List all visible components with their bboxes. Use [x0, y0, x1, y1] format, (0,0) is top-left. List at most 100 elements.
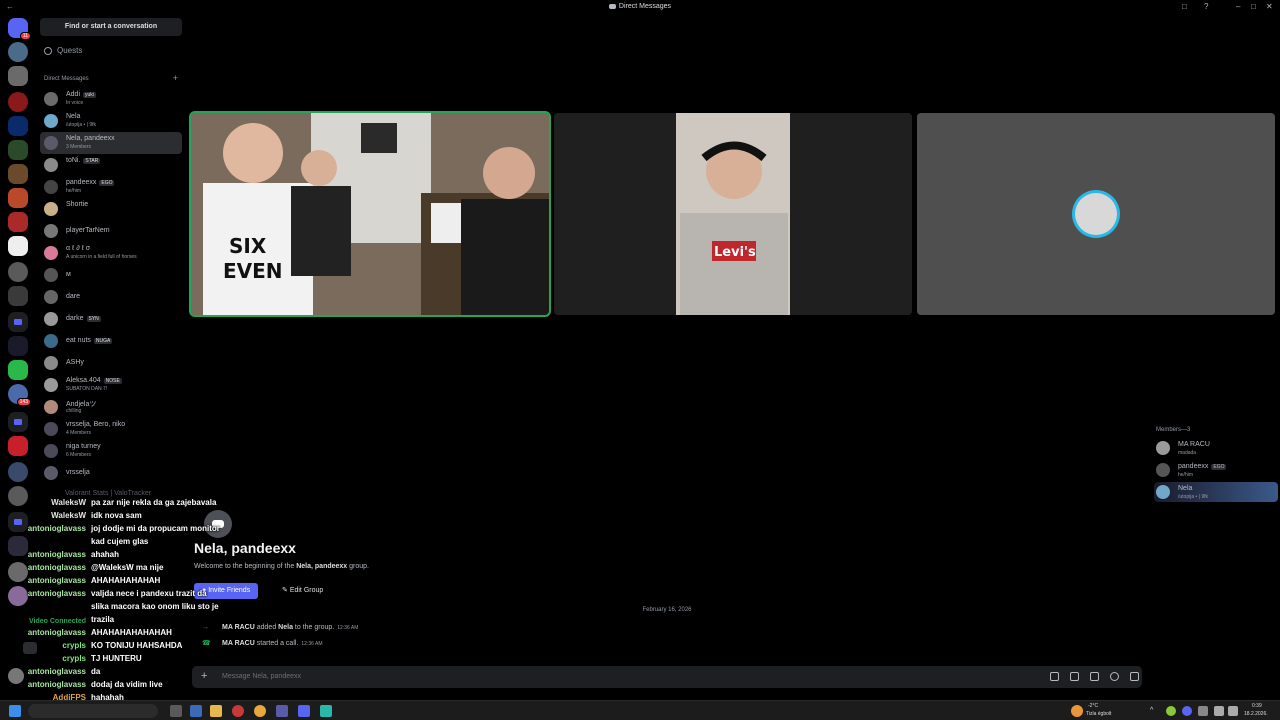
dm-item[interactable]: eat nuts NUGA	[40, 330, 182, 352]
dm-item[interactable]: vrsselja, Bero, niko 4 Members	[40, 418, 182, 440]
create-dm-plus-icon[interactable]: +	[173, 73, 178, 83]
dm-item[interactable]: pandeexx EGO he/him	[40, 176, 182, 198]
clock-date[interactable]: 18.2.2026.	[1244, 711, 1268, 717]
folder-icon[interactable]	[210, 705, 222, 717]
member-item[interactable]: pandeexx EGO he/him	[1154, 460, 1278, 480]
discord-icon[interactable]	[298, 705, 310, 717]
home-button[interactable]: 11	[8, 18, 31, 40]
dm-item[interactable]: niga turney 6 Members	[40, 440, 182, 462]
dm-item[interactable]: Nela/utopija • | 9fk	[40, 110, 182, 132]
edit-group-button[interactable]: ✎ Edit Group	[274, 583, 331, 599]
dm-item[interactable]: darke SYN	[40, 308, 182, 330]
message-input[interactable]: Message Nela, pandeexx	[222, 673, 301, 680]
dm-name: vrsselja, Bero, niko	[66, 421, 126, 428]
server-icon[interactable]	[8, 436, 28, 456]
avatar	[44, 224, 58, 238]
video-tile-pandeexx[interactable]	[917, 113, 1275, 315]
dm-item[interactable]: м	[40, 264, 182, 286]
dm-name: Addi yuki	[66, 91, 96, 98]
server-icon[interactable]: 143	[8, 384, 31, 406]
overlay-username: crypls	[62, 654, 86, 663]
emoji-icon[interactable]	[1110, 672, 1119, 681]
help-icon[interactable]: ?	[1204, 2, 1208, 11]
server-icon[interactable]	[8, 360, 28, 380]
member-item[interactable]: Nela /utopija • | 9fk	[1154, 482, 1278, 502]
app-icon[interactable]	[320, 705, 332, 717]
overlay-message: TJ HUNTERU	[91, 654, 142, 663]
clock-time[interactable]: 0:39	[1252, 703, 1262, 709]
volume-icon[interactable]	[1228, 706, 1238, 716]
windows-start-icon[interactable]	[9, 705, 21, 717]
taskview-icon[interactable]	[170, 705, 182, 717]
server-folder-icon[interactable]	[8, 312, 28, 332]
taskbar-search[interactable]	[28, 704, 158, 718]
teams-icon[interactable]	[276, 705, 288, 717]
avatar	[44, 180, 58, 194]
inbox-icon[interactable]: □	[1182, 2, 1187, 11]
close-icon[interactable]: ✕	[1266, 2, 1273, 11]
server-icon[interactable]	[8, 336, 28, 356]
server-icon[interactable]	[8, 140, 28, 160]
server-icon[interactable]	[8, 92, 28, 112]
minimize-icon[interactable]: –	[1236, 2, 1240, 11]
server-icon[interactable]	[8, 286, 28, 306]
overlay-message: AHAHAHAHAHAH	[91, 576, 161, 585]
server-icon[interactable]	[8, 42, 28, 62]
dm-item[interactable]: vrsselja	[40, 462, 182, 484]
maximize-icon[interactable]: □	[1251, 2, 1256, 11]
server-icon[interactable]	[8, 262, 28, 282]
server-icon[interactable]	[8, 188, 28, 208]
server-icon[interactable]	[8, 236, 28, 256]
server-icon[interactable]	[8, 164, 28, 184]
quests-link[interactable]: Quests	[44, 46, 82, 55]
dm-name: toNi. STAR	[66, 157, 101, 164]
gif-icon[interactable]	[1070, 672, 1079, 681]
dm-item[interactable]: dare	[40, 286, 182, 308]
network-icon[interactable]	[1214, 706, 1224, 716]
avatar	[44, 114, 58, 128]
member-item[interactable]: MA RACU madada	[1154, 438, 1278, 458]
overlay-username: antonioglavass	[27, 680, 86, 689]
server-icon[interactable]	[8, 462, 28, 482]
server-icon[interactable]	[8, 66, 28, 86]
avatar	[44, 312, 58, 326]
app-icon[interactable]	[190, 705, 202, 717]
server-icon[interactable]	[8, 116, 28, 136]
dm-item[interactable]: Nela, pandeexx 3 Members	[40, 132, 182, 154]
weather-icon[interactable]	[1071, 705, 1083, 717]
video-stream: SIX EVEN	[191, 113, 549, 315]
dm-item[interactable]: Aleksa.404 NOSE SUBATON DAN 7!	[40, 374, 182, 396]
overlay-chat-line: antonioglavass AHAHAHAHAHAH	[0, 576, 161, 585]
server-icon[interactable]	[8, 212, 28, 232]
opera-icon[interactable]	[232, 705, 244, 717]
overlay-message: joj dodje mi da propucam monitor	[91, 524, 220, 533]
tray-chevron-icon[interactable]: ^	[1150, 707, 1153, 714]
sticker-icon[interactable]	[1090, 672, 1099, 681]
dm-item[interactable]: ASHy	[40, 352, 182, 374]
dm-item[interactable]: playerTarNem	[40, 220, 182, 242]
avatar	[1156, 485, 1170, 499]
server-folder-icon[interactable]	[8, 412, 28, 432]
chrome-icon[interactable]	[254, 705, 266, 717]
message-composer[interactable]: + Message Nela, pandeexx	[192, 666, 1142, 688]
video-tile-addi[interactable]: SIX EVEN	[189, 111, 551, 317]
apps-icon[interactable]	[1130, 672, 1139, 681]
dm-name: niga turney	[66, 443, 101, 450]
dm-item[interactable]: Andjelaツ chilling	[40, 396, 182, 418]
overlay-username: antonioglavass	[27, 550, 86, 559]
dm-subtitle: A unicorn in a field full of horses	[66, 254, 137, 260]
find-conversation-button[interactable]: Find or start a conversation	[40, 18, 182, 36]
gift-icon[interactable]	[1050, 672, 1059, 681]
avatar	[44, 268, 58, 282]
dm-item[interactable]: toNi. STAR	[40, 154, 182, 176]
dm-item[interactable]: Addi yuki In voice	[40, 88, 182, 110]
dm-item[interactable]: α ℓ ∂ ℓ σ A unicorn in a field full of ho…	[40, 242, 182, 264]
video-tile-nela[interactable]: Levi's	[554, 113, 912, 315]
tray-discord-icon[interactable]	[1182, 706, 1192, 716]
overlay-chat-line: antonioglavass joj dodje mi da propucam m…	[0, 524, 220, 533]
dm-name: Nela, pandeexx	[66, 135, 115, 142]
video-stream: Levi's	[554, 113, 912, 315]
tray-app-icon[interactable]	[1166, 706, 1176, 716]
dm-item[interactable]: Shortie	[40, 198, 182, 220]
tray-app-icon[interactable]	[1198, 706, 1208, 716]
